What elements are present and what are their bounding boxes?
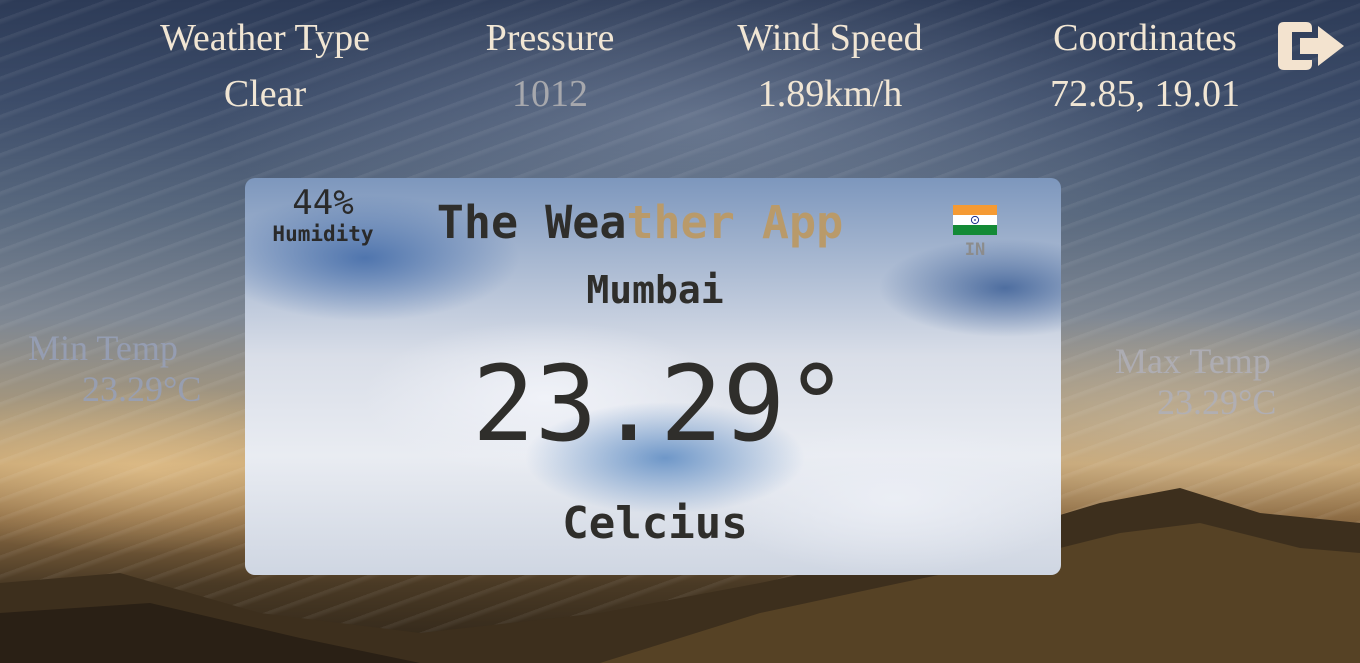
app-title: The Weather App	[420, 196, 860, 249]
india-flag-icon	[953, 205, 997, 235]
stat-value: 1012	[512, 73, 588, 115]
humidity: 44% Humidity	[257, 183, 389, 246]
stat-coordinates: Coordinates 72.85, 19.01	[1030, 16, 1260, 116]
humidity-value: 44%	[292, 183, 354, 223]
min-temp: Min Temp 23.29°C	[28, 328, 228, 411]
weather-card: 44% Humidity The Weather App IN Mumbai 2…	[245, 178, 1061, 575]
stat-label: Weather Type	[160, 17, 370, 59]
max-temp-label: Max Temp	[1115, 341, 1271, 381]
temperature-unit: Celcius	[562, 498, 748, 549]
max-temp: Max Temp 23.29°C	[1115, 341, 1315, 424]
humidity-label: Humidity	[272, 221, 374, 246]
stat-value: 1.89km/h	[757, 73, 903, 115]
logout-icon	[1278, 22, 1344, 70]
app-title-part2: ther App	[626, 196, 844, 249]
min-temp-label: Min Temp	[28, 328, 178, 368]
current-temperature: 23.29°	[472, 343, 848, 465]
stat-label: Wind Speed	[737, 17, 923, 59]
stat-value: Clear	[223, 73, 307, 115]
stat-weather-type: Weather Type Clear	[150, 16, 380, 116]
stat-label: Coordinates	[1053, 17, 1237, 59]
logout-button[interactable]	[1278, 18, 1348, 74]
stat-value: 72.85, 19.01	[1050, 73, 1240, 115]
stat-wind-speed: Wind Speed 1.89km/h	[720, 16, 940, 116]
country-code: IN	[964, 240, 986, 260]
max-temp-value: 23.29°C	[1157, 382, 1277, 423]
city-name: Mumbai	[586, 268, 724, 312]
stat-pressure: Pressure 1012	[470, 16, 630, 116]
min-temp-value: 23.29°C	[82, 369, 202, 410]
stat-label: Pressure	[485, 17, 615, 59]
app-title-part1: The Wea	[436, 196, 627, 249]
